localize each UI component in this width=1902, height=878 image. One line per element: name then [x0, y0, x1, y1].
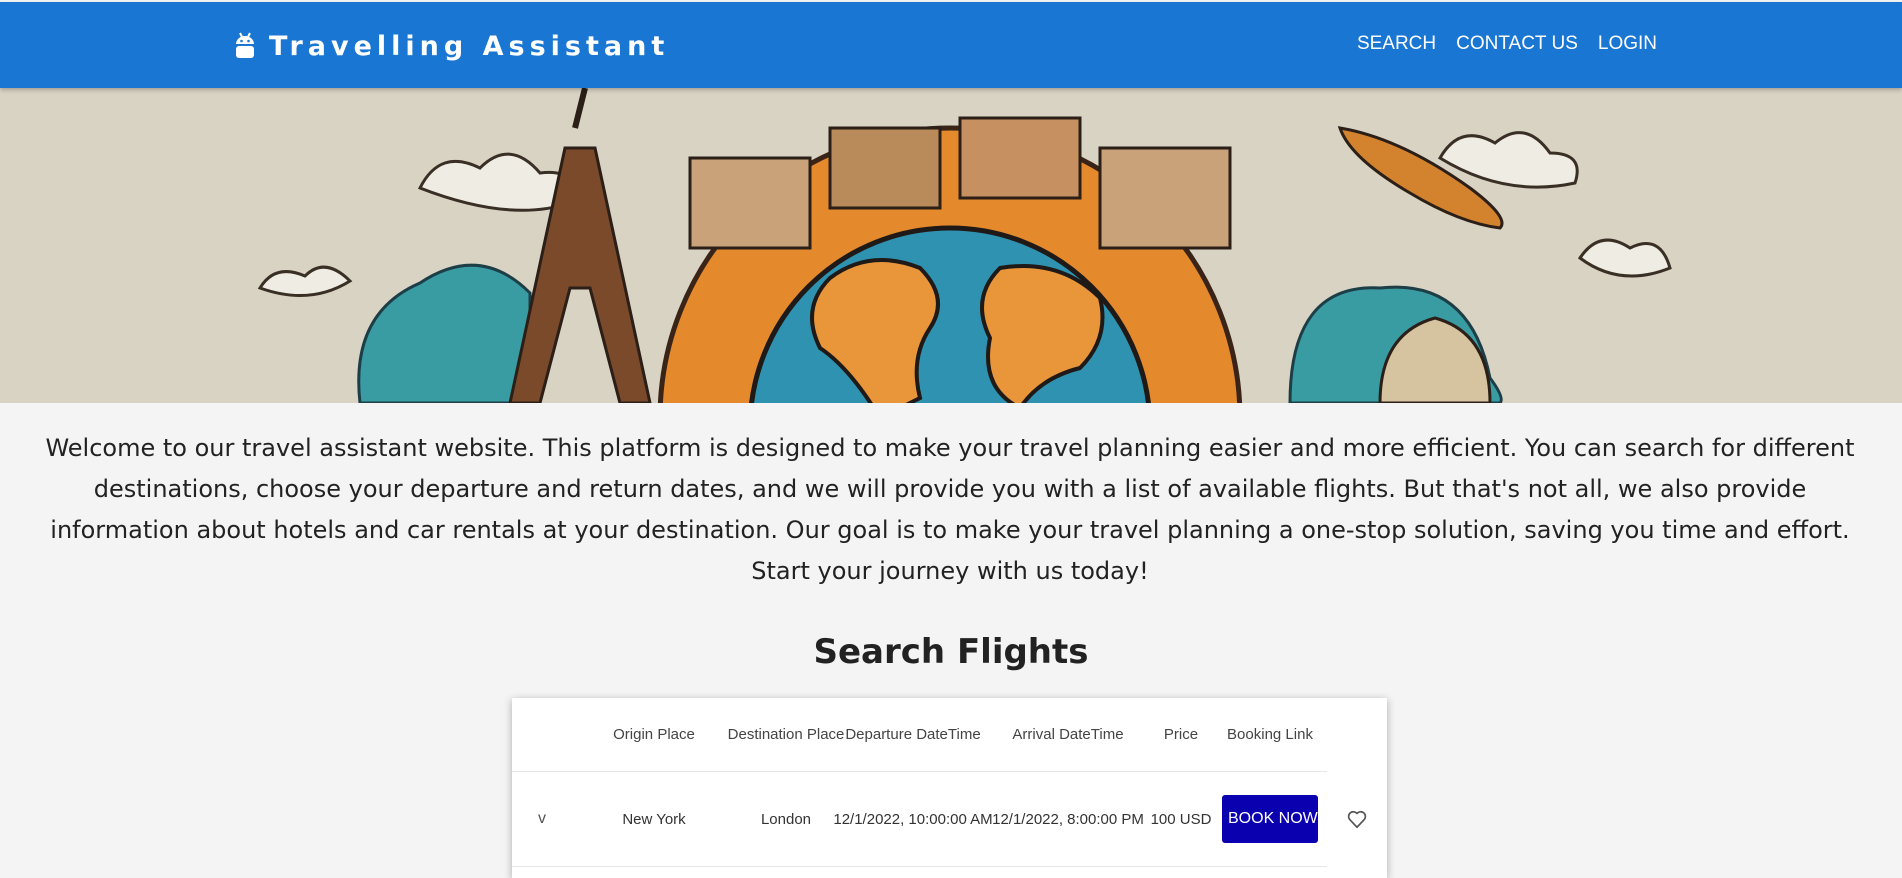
cell-departure: 12/1/2022, 10:00:00 AM: [833, 810, 993, 828]
column-header-arrival[interactable]: Arrival DateTime: [990, 698, 1146, 771]
top-navbar: Travelling Assistant SEARCH CONTACT US L…: [0, 2, 1902, 88]
column-header-destination[interactable]: Destination Place: [728, 698, 845, 771]
column-header-departure[interactable]: Departure DateTime: [836, 698, 990, 771]
cell-price: 100 USD: [1150, 810, 1212, 828]
column-header-origin[interactable]: Origin Place: [572, 698, 736, 771]
android-icon: [236, 32, 254, 58]
table-header-row: Origin Place Destination Place Departure…: [512, 698, 1327, 772]
brand[interactable]: Travelling Assistant: [235, 26, 669, 66]
brand-title: Travelling Assistant: [269, 30, 670, 62]
cell-destination: London: [760, 810, 812, 828]
expand-row-button[interactable]: v: [512, 772, 572, 866]
nav-contact-link[interactable]: CONTACT US: [1456, 33, 1578, 55]
favorite-button[interactable]: [1342, 772, 1372, 866]
hero-banner: [0, 88, 1902, 403]
hero-illustration: [0, 88, 1902, 403]
cell-booking: BOOK NOW: [1216, 772, 1324, 866]
column-header-price[interactable]: Price: [1146, 698, 1216, 771]
chevron-down-icon: v: [538, 810, 546, 827]
heart-icon: [1347, 810, 1367, 829]
intro-text: Welcome to our travel assistant website.…: [45, 434, 1855, 585]
nav-search-link[interactable]: SEARCH: [1357, 33, 1436, 55]
column-header-booking[interactable]: Booking Link: [1216, 698, 1324, 771]
table-row: v New York London 12/1/2022, 10:00:00 AM…: [512, 772, 1327, 867]
book-now-button[interactable]: BOOK NOW: [1222, 795, 1318, 843]
main-nav: SEARCH CONTACT US LOGIN: [1357, 33, 1657, 55]
cell-origin: New York: [622, 810, 686, 828]
expand-column-header: [512, 698, 572, 771]
search-flights-title: Search Flights: [813, 632, 1089, 672]
flights-table: Origin Place Destination Place Departure…: [512, 698, 1387, 878]
cell-arrival: 12/1/2022, 8:00:00 PM: [992, 810, 1144, 828]
nav-login-link[interactable]: LOGIN: [1598, 33, 1657, 55]
